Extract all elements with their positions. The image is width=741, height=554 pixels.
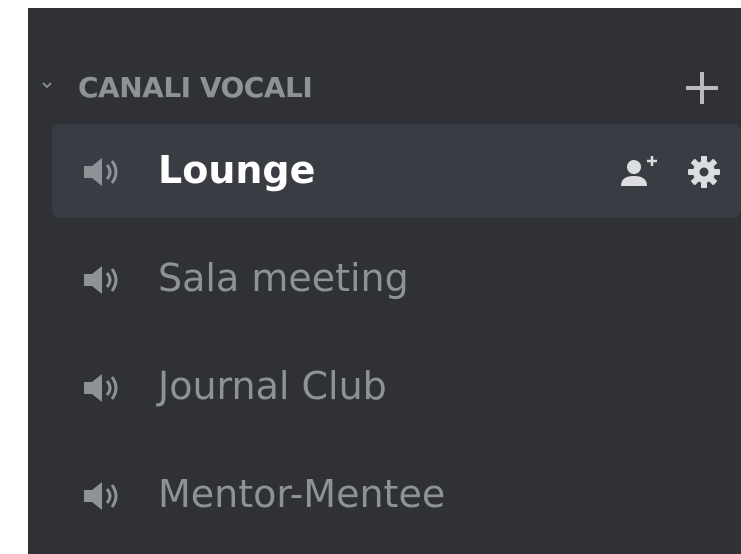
voice-channel-sala-meeting[interactable]: Sala meeting — [52, 232, 741, 326]
channel-sidebar: CANALI VOCALI Lounge Sala meeting Journa… — [28, 8, 741, 554]
invite-user-icon[interactable] — [620, 154, 660, 190]
speaker-icon — [84, 374, 118, 402]
category-label: CANALI VOCALI — [78, 71, 313, 104]
speaker-icon — [84, 482, 118, 510]
channel-label: Sala meeting — [158, 256, 409, 300]
plus-icon[interactable] — [680, 66, 724, 110]
channel-label: Mentor-Mentee — [158, 472, 446, 516]
voice-channel-mentor-mentee[interactable]: Mentor-Mentee — [52, 448, 741, 542]
channel-label: Journal Club — [158, 364, 387, 408]
channel-label: Lounge — [158, 148, 316, 192]
voice-channel-journal-club[interactable]: Journal Club — [52, 340, 741, 434]
gear-icon[interactable] — [686, 154, 722, 190]
voice-channel-lounge[interactable]: Lounge — [52, 124, 741, 218]
chevron-down-icon[interactable] — [40, 78, 54, 92]
speaker-icon — [84, 266, 118, 294]
voice-channels-category[interactable]: CANALI VOCALI — [28, 60, 741, 116]
speaker-icon — [84, 158, 118, 186]
